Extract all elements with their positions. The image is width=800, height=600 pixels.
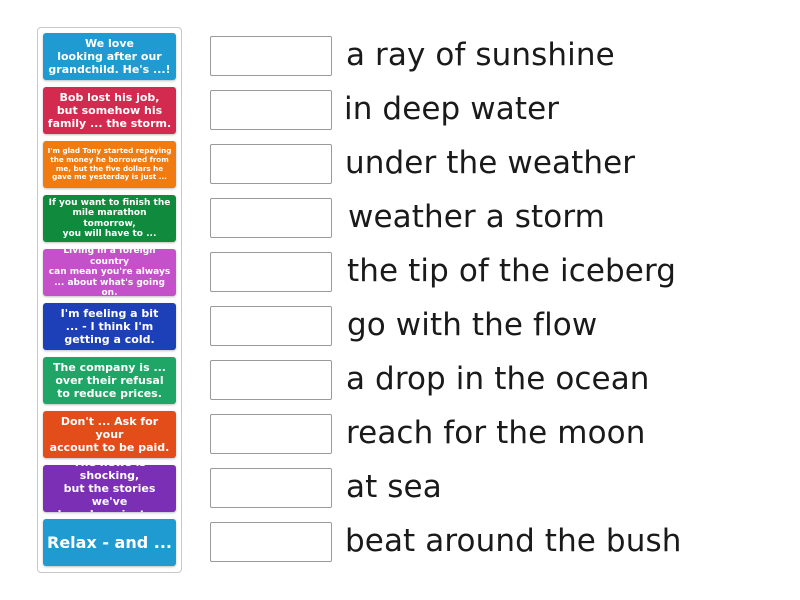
match-row: beat around the bush — [0, 522, 800, 566]
idiom-phrase: weather a storm — [348, 199, 605, 235]
idiom-phrase: a ray of sunshine — [346, 37, 615, 73]
match-row: under the weather — [0, 144, 800, 188]
drop-box[interactable] — [210, 522, 332, 562]
drop-box[interactable] — [210, 306, 332, 346]
drop-box[interactable] — [210, 144, 332, 184]
idiom-phrase: go with the flow — [347, 307, 598, 343]
idiom-phrase: beat around the bush — [345, 523, 682, 559]
idiom-phrase: the tip of the iceberg — [347, 253, 677, 289]
match-row: a ray of sunshine — [0, 36, 800, 80]
match-row: go with the flow — [0, 306, 800, 350]
idiom-phrase: in deep water — [344, 91, 560, 127]
drop-box[interactable] — [210, 90, 332, 130]
match-row: reach for the moon — [0, 414, 800, 458]
match-row: a drop in the ocean — [0, 360, 800, 404]
idiom-phrase: at sea — [346, 469, 442, 505]
idiom-phrase: reach for the moon — [346, 415, 646, 451]
idiom-phrase: under the weather — [345, 145, 636, 181]
matching-activity: We love looking after our grandchild. He… — [0, 0, 800, 600]
drop-box[interactable] — [210, 468, 332, 508]
drop-box[interactable] — [210, 360, 332, 400]
match-row: weather a storm — [0, 198, 800, 242]
match-row: the tip of the iceberg — [0, 252, 800, 296]
idiom-phrase: a drop in the ocean — [346, 361, 650, 397]
drop-box[interactable] — [210, 414, 332, 454]
drop-box[interactable] — [210, 36, 332, 76]
drop-box[interactable] — [210, 198, 332, 238]
match-row: in deep water — [0, 90, 800, 134]
match-row: at sea — [0, 468, 800, 512]
drop-box[interactable] — [210, 252, 332, 292]
